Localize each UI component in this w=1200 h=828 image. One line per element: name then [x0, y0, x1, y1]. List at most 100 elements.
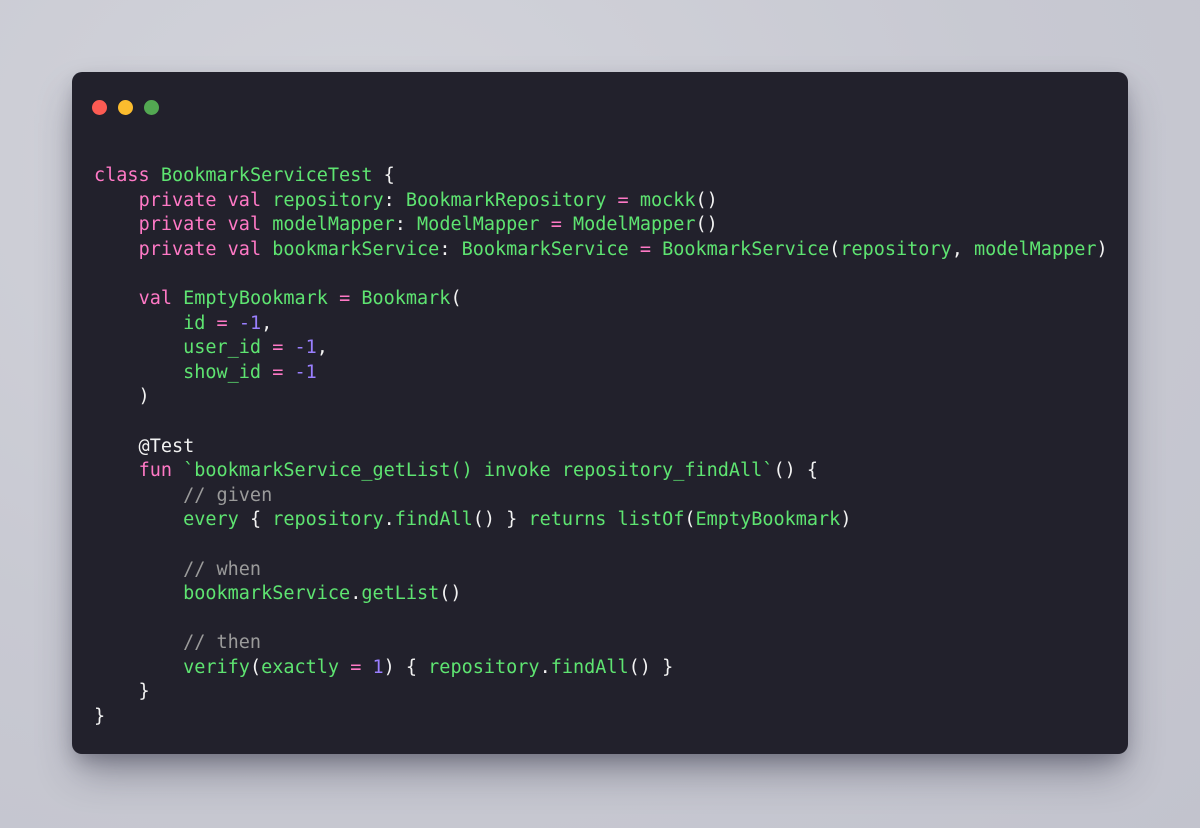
code-token-pl: (: [249, 656, 262, 678]
code-token-op: =: [272, 361, 284, 383]
code-token-pl: (: [829, 238, 841, 260]
code-token-pl: (): [695, 189, 718, 211]
code-token-id: bookmarkService: [272, 238, 440, 260]
code-token-id: verify: [183, 656, 250, 678]
code-token-id: id: [183, 312, 206, 334]
code-token-id: ModelMapper: [573, 214, 696, 236]
code-line: val EmptyBookmark = Bookmark(: [94, 287, 1106, 312]
code-token-cm: // given: [183, 484, 273, 506]
code-line: user_id = -1,: [94, 336, 1106, 361]
code-token-id: EmptyBookmark: [183, 287, 328, 309]
code-token-pl: () {: [773, 460, 818, 482]
close-window-icon[interactable]: [92, 99, 107, 115]
code-token-pl: {: [238, 509, 273, 531]
zoom-window-icon[interactable]: [144, 99, 159, 115]
code-line: id = -1,: [94, 312, 1106, 337]
code-token-id: repository: [428, 656, 540, 678]
window-controls: [92, 99, 159, 115]
code-token-id: mockk: [639, 189, 696, 211]
code-token-pl: (): [439, 583, 462, 605]
code-line: bookmarkService.getList(): [94, 582, 1106, 607]
code-token-pl: @Test: [94, 435, 195, 457]
code-line: }: [94, 680, 1106, 705]
code-token-pl: (: [450, 287, 462, 309]
minimize-window-icon[interactable]: [118, 99, 133, 115]
code-line: verify(exactly = 1) { repository.findAll…: [94, 656, 1106, 681]
code-token-pl: :: [394, 214, 418, 236]
code-token-num: -1: [294, 337, 317, 359]
code-token-id: BookmarkService: [662, 238, 830, 260]
code-token-op: =: [350, 656, 362, 678]
code-token-id: every: [183, 509, 239, 531]
code-token-cm: // then: [183, 632, 262, 654]
code-area: class BookmarkServiceTest { private val …: [72, 164, 1128, 730]
code-line: @Test: [94, 435, 1106, 460]
code-token-op: =: [339, 287, 351, 309]
code-token-kw: val: [138, 287, 172, 309]
code-token-kw: class: [94, 165, 150, 186]
code-token-id: show_id: [183, 361, 262, 383]
code-line: // when: [94, 558, 1106, 583]
code-line: fun `bookmarkService_getList() invoke re…: [94, 459, 1106, 484]
code-token-kw: fun: [138, 460, 172, 482]
code-token-pl: ) {: [383, 656, 429, 678]
code-token-pl: ,: [261, 312, 273, 334]
code-token-id: BookmarkRepository: [405, 189, 607, 211]
code-token-id: exactly: [261, 656, 340, 678]
code-token-id: bookmarkService: [183, 583, 351, 605]
code-token-id: findAll: [550, 656, 629, 678]
code-token-id: modelMapper: [973, 238, 1097, 260]
code-token-op: =: [617, 189, 629, 211]
code-token-pl: :: [439, 238, 462, 260]
code-token-pl: ): [94, 386, 150, 408]
code-token-num: 1: [372, 656, 384, 678]
code-token-id: modelMapper: [272, 214, 395, 236]
code-token-pl: (): [695, 214, 718, 236]
code-token-id: repository: [272, 509, 384, 531]
code-token-id: BookmarkService: [461, 238, 629, 260]
code-token-op: =: [272, 337, 284, 359]
code-token-num: -1: [294, 361, 317, 383]
code-line: }: [94, 705, 1106, 730]
code-token-id: repository: [840, 238, 952, 260]
code-line: class BookmarkServiceTest {: [94, 164, 1106, 189]
code-token-id: EmptyBookmark: [695, 509, 841, 531]
code-line: show_id = -1: [94, 361, 1106, 386]
code-token-op: =: [550, 214, 562, 236]
code-token-id: BookmarkServiceTest: [160, 165, 373, 186]
code-token-id: getList: [361, 583, 440, 605]
code-block[interactable]: class BookmarkServiceTest { private val …: [94, 164, 1108, 730]
code-token-id: listOf: [617, 509, 685, 531]
code-line: private val repository: BookmarkReposito…: [94, 189, 1106, 214]
code-token-kw: private val: [138, 189, 262, 211]
code-line: private val bookmarkService: BookmarkSer…: [94, 238, 1108, 263]
code-token-kw: private val: [138, 214, 262, 236]
